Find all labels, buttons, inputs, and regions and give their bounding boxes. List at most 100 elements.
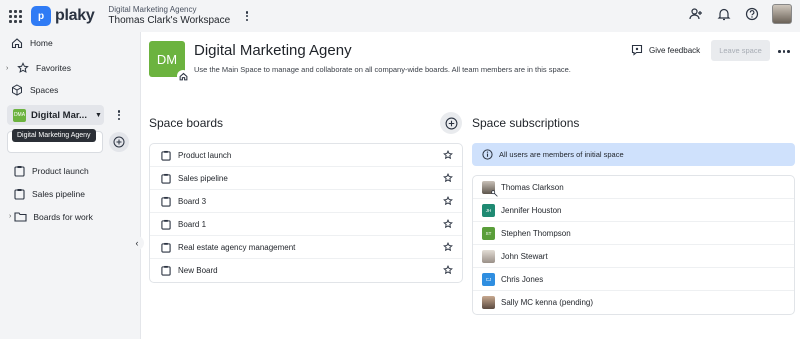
leave-space-button[interactable]: Leave space bbox=[711, 40, 770, 61]
board-name: Sales pipeline bbox=[178, 173, 228, 183]
chevron-right-icon: › bbox=[6, 64, 9, 72]
space-tooltip: Digital Marketing Ageny bbox=[12, 129, 96, 142]
space-boards-title: Space boards bbox=[149, 116, 224, 130]
chevron-left-icon: ‹ bbox=[135, 238, 139, 248]
board-icon bbox=[160, 265, 172, 277]
info-icon bbox=[482, 149, 493, 160]
favorite-star-icon[interactable] bbox=[443, 265, 453, 275]
space-select-badge-text: DMA bbox=[13, 112, 26, 118]
app-logo[interactable]: p plaky bbox=[31, 6, 95, 26]
board-name: New Board bbox=[178, 266, 218, 275]
list-item[interactable]: ST Stephen Thompson bbox=[473, 222, 794, 245]
avatar[interactable] bbox=[772, 4, 792, 24]
sidebar-item-sales-pipeline[interactable]: Sales pipeline bbox=[0, 182, 140, 205]
member-name: Sally MC kenna (pending) bbox=[501, 298, 594, 307]
main-panel: DM Digital Marketing Ageny Use the Main … bbox=[140, 32, 800, 339]
favorite-star-icon[interactable] bbox=[443, 242, 453, 252]
favorite-star-icon[interactable] bbox=[443, 173, 453, 183]
space-initials: DM bbox=[156, 51, 178, 67]
add-board-button[interactable] bbox=[440, 112, 462, 134]
sidebar-item-label: Home bbox=[30, 38, 53, 48]
space-select-label: Digital Mar... bbox=[31, 109, 87, 121]
members-list: Thomas Clarkson JH Jennifer Houston ST S… bbox=[472, 175, 795, 315]
favorite-star-icon[interactable] bbox=[443, 196, 453, 206]
avatar: ST bbox=[482, 226, 495, 240]
list-item[interactable]: Board 3 bbox=[150, 190, 462, 213]
give-feedback-button[interactable]: Give feedback bbox=[631, 44, 700, 56]
board-icon bbox=[160, 218, 172, 230]
member-name: Chris Jones bbox=[501, 274, 544, 284]
space-select-badge: DMA bbox=[13, 108, 26, 122]
space-subscriptions-title: Space subscriptions bbox=[472, 116, 580, 130]
list-item[interactable]: JH Jennifer Houston bbox=[473, 199, 794, 222]
feedback-icon bbox=[631, 44, 643, 56]
logo-text: plaky bbox=[55, 7, 95, 24]
list-item[interactable]: John Stewart bbox=[473, 245, 794, 268]
avatar bbox=[482, 180, 498, 197]
avatar: CJ bbox=[482, 272, 495, 286]
help-icon[interactable] bbox=[744, 6, 760, 22]
info-banner: All users are members of initial space bbox=[472, 143, 795, 166]
board-icon bbox=[160, 172, 172, 184]
workspace-switcher[interactable]: Digital Marketing Agency Thomas Clark's … bbox=[108, 5, 230, 27]
sidebar-item-label: Favorites bbox=[36, 63, 71, 73]
invite-user-icon[interactable] bbox=[688, 6, 704, 22]
board-name: Board 1 bbox=[178, 219, 207, 229]
chevron-right-icon: › bbox=[9, 213, 12, 220]
member-name: Stephen Thompson bbox=[501, 228, 571, 238]
board-icon bbox=[12, 164, 26, 178]
board-name: Real estate agency management bbox=[178, 242, 296, 252]
avatar: JH bbox=[482, 203, 495, 217]
list-item[interactable]: Real estate agency management bbox=[150, 236, 462, 259]
top-bar: p plaky Digital Marketing Agency Thomas … bbox=[0, 0, 800, 32]
sidebar-item-spaces[interactable]: Spaces bbox=[0, 79, 58, 101]
folder-icon bbox=[13, 210, 27, 224]
list-item[interactable]: Board 1 bbox=[150, 213, 462, 236]
list-item[interactable]: CJ Chris Jones bbox=[473, 268, 794, 291]
sidebar-item-label: Sales pipeline bbox=[32, 188, 85, 199]
workspace-name: Thomas Clark's Workspace bbox=[108, 14, 231, 26]
app-grid-icon[interactable] bbox=[7, 8, 23, 24]
page-title: Digital Marketing Ageny bbox=[194, 42, 352, 59]
bell-icon[interactable] bbox=[716, 6, 732, 22]
board-icon bbox=[12, 187, 26, 201]
chevron-down-icon: ▼ bbox=[94, 111, 102, 119]
sidebar-item-boards-for-work[interactable]: › Boards for work bbox=[0, 205, 140, 228]
more-options-icon[interactable] bbox=[778, 50, 790, 53]
list-item[interactable]: Thomas Clarkson bbox=[473, 176, 794, 199]
collapse-sidebar-button[interactable]: ‹ bbox=[130, 236, 144, 250]
favorite-star-icon[interactable] bbox=[443, 150, 453, 160]
plus-icon bbox=[113, 136, 125, 148]
sidebar-item-product-launch[interactable]: Product launch bbox=[0, 159, 140, 182]
home-icon bbox=[10, 36, 24, 50]
list-item[interactable]: Product launch bbox=[150, 144, 462, 167]
favorite-star-icon[interactable] bbox=[443, 219, 453, 229]
sidebar-item-favorites[interactable]: › Favorites bbox=[0, 57, 71, 79]
member-name: Thomas Clarkson bbox=[501, 182, 564, 192]
list-item[interactable]: Sales pipeline bbox=[150, 167, 462, 190]
sidebar-board-list: Product launch Sales pipeline › Boards f… bbox=[0, 159, 140, 228]
logo-mark: p bbox=[31, 6, 51, 26]
sidebar-item-label: Boards for work bbox=[33, 211, 93, 222]
list-item[interactable]: Sally MC kenna (pending) bbox=[473, 291, 794, 314]
sidebar-item-label: Spaces bbox=[30, 85, 59, 95]
board-name: Board 3 bbox=[178, 196, 207, 206]
space-select[interactable]: DMA Digital Mar... ▼ bbox=[7, 105, 104, 125]
sidebar-item-home[interactable]: Home bbox=[0, 32, 53, 54]
member-name: John Stewart bbox=[501, 251, 548, 261]
cube-icon bbox=[10, 83, 24, 97]
board-icon bbox=[160, 241, 172, 253]
workspace-org: Digital Marketing Agency bbox=[108, 5, 197, 15]
workspace-menu-icon[interactable] bbox=[242, 9, 252, 23]
home-icon bbox=[177, 70, 189, 82]
avatar bbox=[482, 249, 495, 263]
list-item[interactable]: New Board bbox=[150, 259, 462, 282]
boards-list: Product launch Sales pipeline Board 3 Bo… bbox=[149, 143, 463, 283]
give-feedback-label: Give feedback bbox=[649, 45, 701, 55]
key-icon bbox=[491, 189, 498, 197]
avatar bbox=[482, 296, 495, 309]
space-logo: DM bbox=[149, 41, 189, 82]
member-name: Jennifer Houston bbox=[501, 205, 562, 215]
space-menu-icon[interactable] bbox=[114, 108, 124, 122]
add-board-sidebar-button[interactable] bbox=[109, 132, 129, 152]
